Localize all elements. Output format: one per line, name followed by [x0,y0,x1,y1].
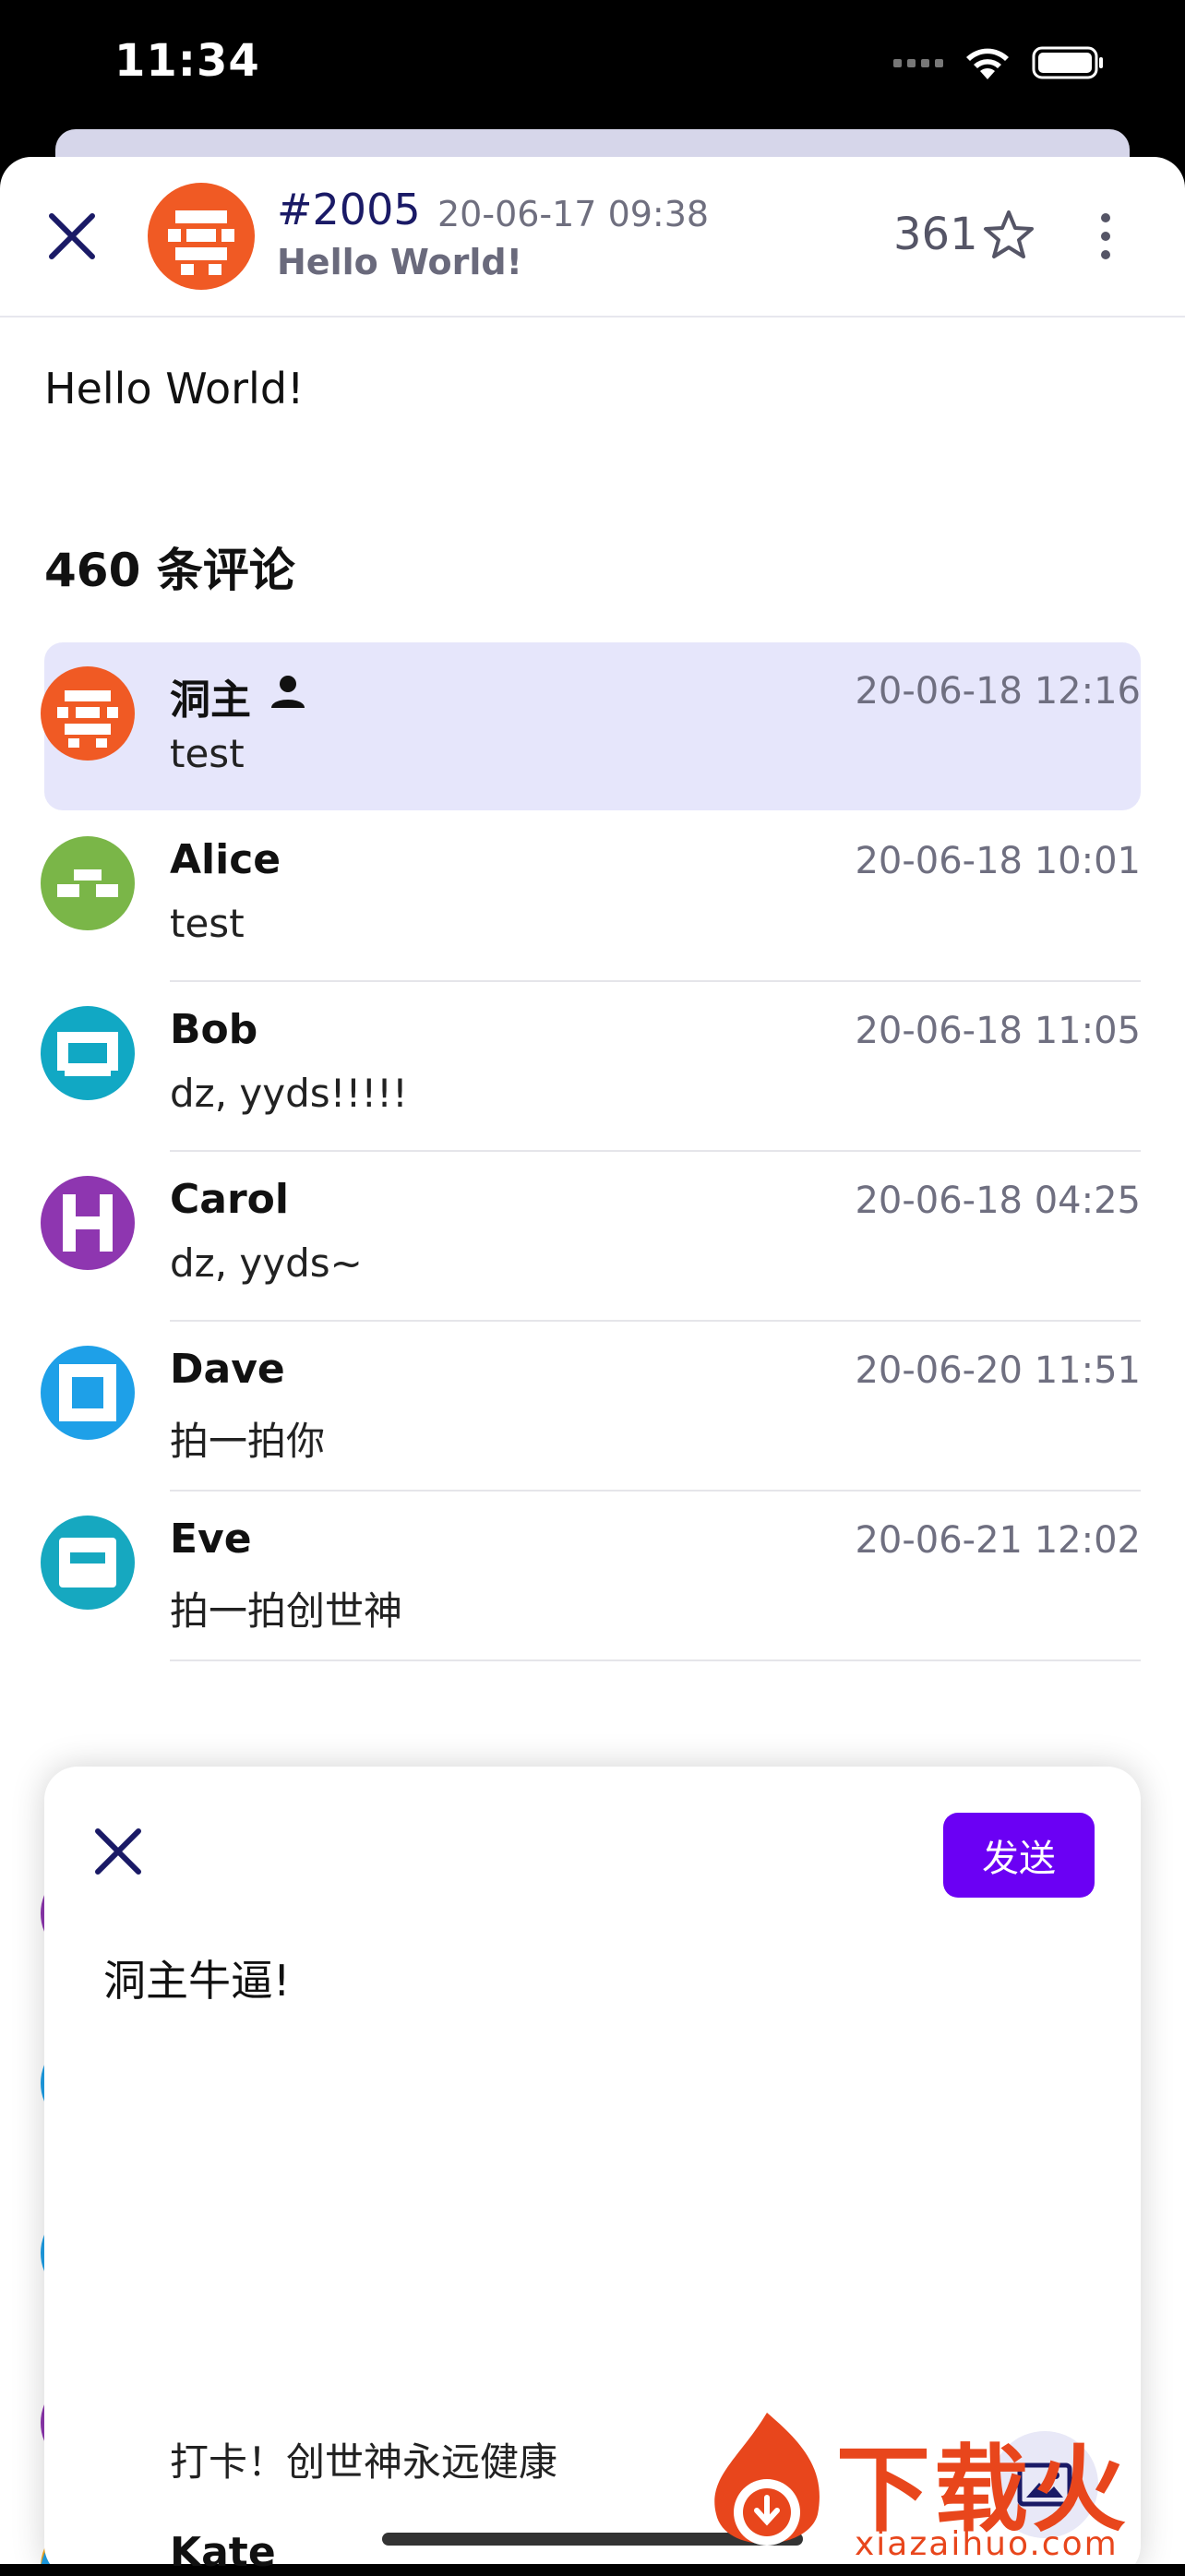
comment-avatar[interactable] [41,666,135,761]
cellular-signal-icon [893,58,943,67]
flame-logo-icon [714,2413,820,2546]
watermark: 下载火 xiazaihuo.com [698,2403,1185,2564]
compose-input[interactable]: 洞主牛逼! [103,1947,290,2008]
comment-avatar[interactable] [41,1006,135,1100]
post-subtitle: Hello World! [277,242,522,282]
comment-author: 洞主 [170,666,306,725]
comment-author: Bob [170,1006,258,1053]
post-date: 20-06-17 09:38 [437,194,710,234]
comment-time: 20-06-20 11:51 [855,1349,1141,1392]
comment-avatar[interactable] [41,836,135,930]
status-bar: 11:34 [0,0,1185,129]
star-icon[interactable] [982,209,1035,262]
comment-text: 打卡！创世神永远健康 [170,2439,558,2485]
post-sheet: #2005 20-06-17 09:38 Hello World! 361 He… [0,157,1185,2564]
comment-time: 20-06-21 12:02 [855,1519,1141,1562]
comment-count: 460 条评论 [44,544,295,597]
comment-item[interactable]: Alice 20-06-18 10:01 test [0,812,1185,982]
comment-list: 洞主 20-06-18 12:16 test Alice 20-06-18 10… [0,642,1185,1661]
comment-time: 20-06-18 12:16 [855,670,1141,713]
star-count: 361 [893,209,978,260]
comment-author-name: 洞主 [170,677,251,724]
post-id: #2005 [277,185,421,234]
post-body: Hello World! [44,364,305,413]
comment-text: test [170,901,245,946]
comment-author: Eve [170,1516,252,1563]
close-icon[interactable] [92,1826,144,1877]
comment-author: Kate [170,2529,276,2576]
comment-avatar[interactable] [41,1516,135,1610]
comment-time: 20-06-18 04:25 [855,1180,1141,1222]
wifi-icon [964,44,1011,81]
comment-item[interactable]: Bob 20-06-18 11:05 dz, yyds!!!!! [0,982,1185,1152]
comment-avatar[interactable] [41,1346,135,1440]
watermark-url: xiazaihuo.com [855,2525,1119,2563]
comment-text: 拍一拍你 [170,1419,326,1464]
comment-item[interactable]: Carol 20-06-18 04:25 dz, yyds~ [0,1152,1185,1322]
comment-item[interactable]: 洞主 20-06-18 12:16 test [0,642,1185,812]
send-button[interactable]: 发送 [943,1813,1095,1898]
status-icons [893,44,1106,81]
comment-author: Alice [170,836,281,883]
comment-time: 20-06-18 10:01 [855,840,1141,882]
comment-text: dz, yyds!!!!! [170,1071,408,1116]
comment-author: Dave [170,1346,285,1393]
close-icon[interactable] [44,209,100,264]
post-header: #2005 20-06-17 09:38 Hello World! 361 [0,157,1185,318]
comment-text: 拍一拍创世神 [170,1588,403,1634]
person-icon [269,673,306,720]
comment-text: test [170,731,245,776]
comment-author: Carol [170,1176,289,1223]
post-avatar[interactable] [148,183,255,290]
battery-icon [1032,44,1106,81]
comment-item[interactable]: Dave 20-06-20 11:51 拍一拍你 [0,1322,1185,1492]
status-time: 11:34 [114,35,260,87]
comment-time: 20-06-18 11:05 [855,1010,1141,1052]
comment-text: dz, yyds~ [170,1240,363,1286]
comment-avatar[interactable] [41,1176,135,1270]
divider [170,1659,1141,1661]
more-vertical-icon[interactable] [1089,209,1122,264]
comment-item[interactable]: Eve 20-06-21 12:02 拍一拍创世神 [0,1492,1185,1661]
